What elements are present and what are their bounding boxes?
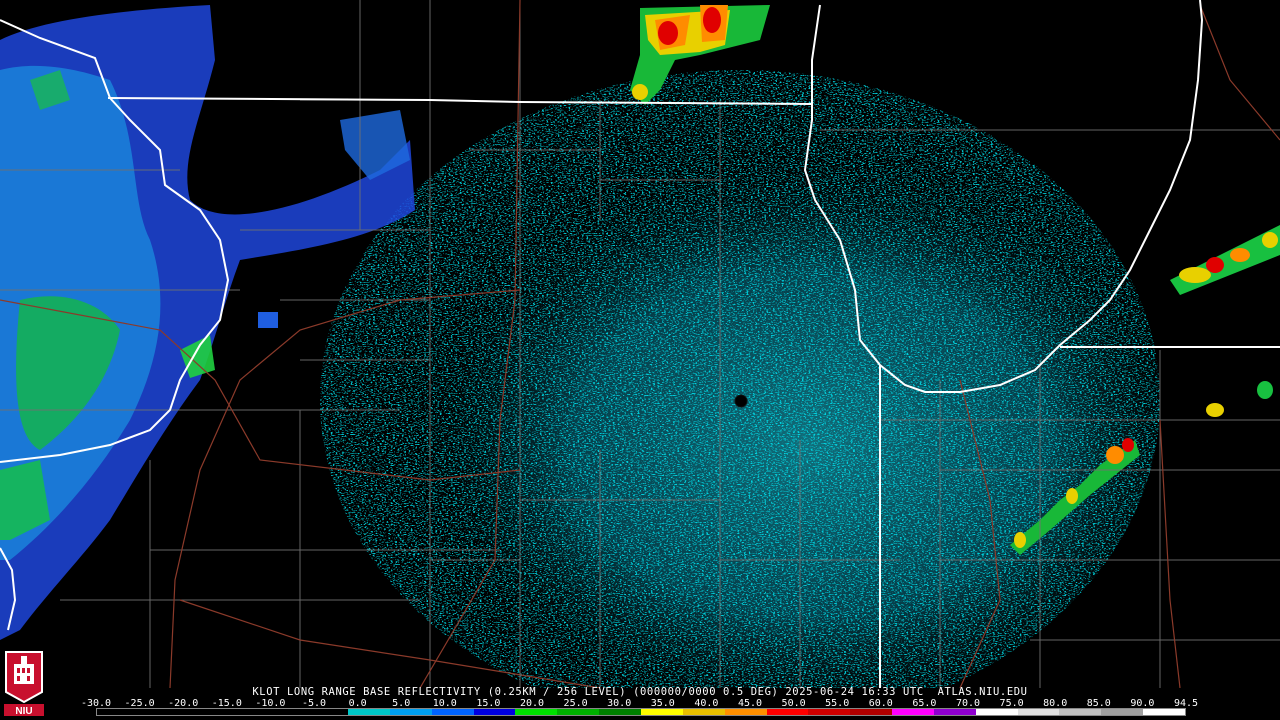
logo-text: NIU (15, 706, 32, 716)
colorbar-swatch (1059, 709, 1102, 715)
radar-map (0, 0, 1280, 688)
colorbar-swatch (473, 709, 516, 715)
colorbar-swatch (138, 709, 181, 715)
colorbar-swatch (389, 709, 432, 715)
colorbar-swatch (682, 709, 725, 715)
colorbar-swatch (306, 709, 349, 715)
colorbar-swatch (222, 709, 265, 715)
colorbar-swatch (933, 709, 976, 715)
colorbar-swatch (599, 709, 641, 715)
colorbar-swatch (431, 709, 474, 715)
colorbar-swatch (850, 709, 893, 715)
colorbar-swatch (1101, 709, 1144, 715)
colorbar-swatch (1143, 709, 1185, 715)
product-caption: KLOT LONG RANGE BASE REFLECTIVITY (0.25K… (252, 686, 1028, 698)
colorbar (96, 708, 1186, 716)
colorbar-swatch (264, 709, 307, 715)
colorbar-swatch (97, 709, 139, 715)
colorbar-swatch (808, 709, 851, 715)
colorbar-swatch (515, 709, 558, 715)
colorbar-swatch (766, 709, 809, 715)
colorbar-swatch (640, 709, 683, 715)
colorbar-swatch (180, 709, 223, 715)
colorbar-swatch (348, 709, 390, 715)
colorbar-swatch (975, 709, 1018, 715)
radar-site-marker (734, 394, 748, 408)
colorbar-swatch (892, 709, 934, 715)
colorbar-swatch (724, 709, 767, 715)
niu-logo: NIU (2, 646, 46, 717)
colorbar-swatch (1017, 709, 1060, 715)
colorbar-swatch (557, 709, 600, 715)
